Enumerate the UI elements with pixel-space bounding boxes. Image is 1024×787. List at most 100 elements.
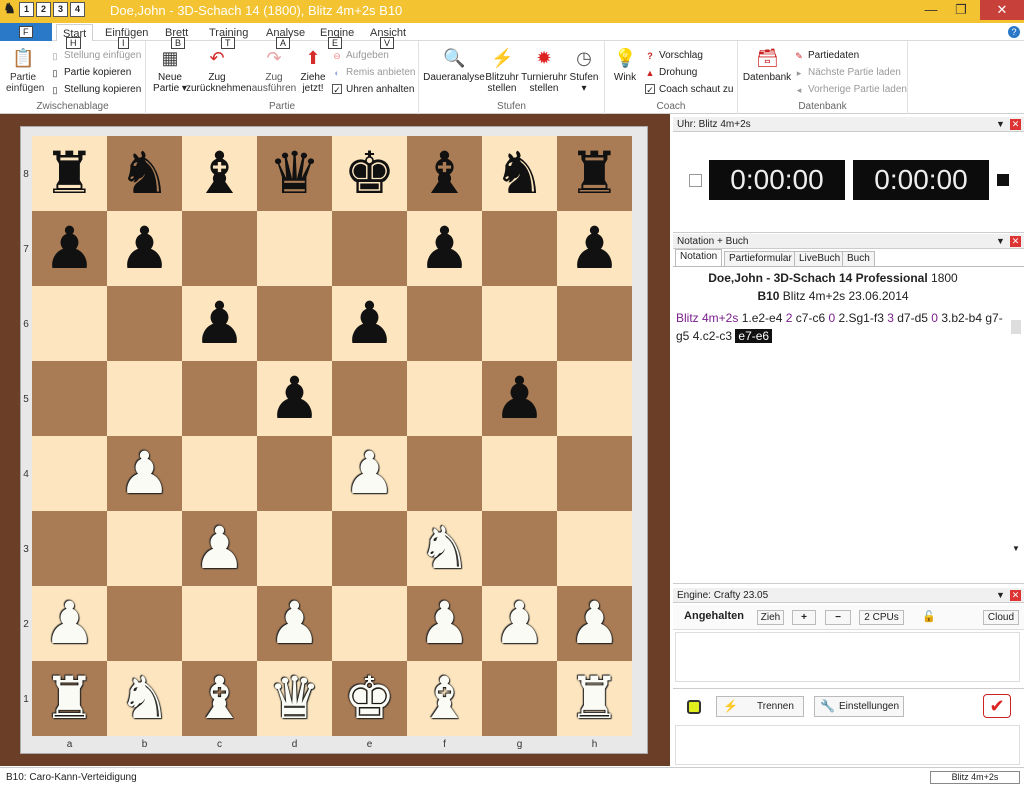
- move[interactable]: 4.c2-c3: [693, 329, 732, 343]
- partie-kopieren-button[interactable]: ▯ Partie kopieren: [50, 67, 132, 78]
- qat-button-4[interactable]: 4: [70, 2, 85, 17]
- black-knight-piece[interactable]: ♞: [482, 136, 557, 211]
- scroll-down-icon[interactable]: ▼: [1010, 544, 1022, 553]
- blitzuhr-stellen-button[interactable]: ⚡ Blitzuhr stellen: [483, 47, 521, 94]
- black-rook-piece[interactable]: ♜: [32, 136, 107, 211]
- square-d3[interactable]: [257, 511, 332, 586]
- black-pawn-piece[interactable]: ♟: [32, 211, 107, 286]
- square-f6[interactable]: [407, 286, 482, 361]
- square-g1[interactable]: [482, 661, 557, 736]
- square-g7[interactable]: [482, 211, 557, 286]
- neue-partie-button[interactable]: ▦ Neue Partie ▾: [150, 47, 190, 94]
- check-mark-icon[interactable]: ✔: [983, 694, 1011, 718]
- qat-button-3[interactable]: 3: [53, 2, 68, 17]
- help-icon[interactable]: ?: [1008, 26, 1020, 38]
- square-c7[interactable]: [182, 211, 257, 286]
- square-d4[interactable]: [257, 436, 332, 511]
- black-rook-piece[interactable]: ♜: [557, 136, 632, 211]
- coach-schaut-zu-checkbox[interactable]: ✓ Coach schaut zu: [645, 84, 734, 95]
- white-pawn-piece[interactable]: ♟: [332, 436, 407, 511]
- white-bishop-piece[interactable]: ♝: [407, 661, 482, 736]
- square-c5[interactable]: [182, 361, 257, 436]
- turnieruhr-stellen-button[interactable]: ✹ Turnieruhr stellen: [521, 47, 567, 94]
- black-pawn-piece[interactable]: ♟: [332, 286, 407, 361]
- tab-notation[interactable]: Notation: [675, 249, 723, 266]
- square-f5[interactable]: [407, 361, 482, 436]
- move[interactable]: 2.Sg1-f3: [839, 311, 884, 325]
- black-pawn-piece[interactable]: ♟: [107, 211, 182, 286]
- white-rook-piece[interactable]: ♜: [557, 661, 632, 736]
- square-e7[interactable]: [332, 211, 407, 286]
- square-e5[interactable]: [332, 361, 407, 436]
- square-d6[interactable]: [257, 286, 332, 361]
- white-pawn-piece[interactable]: ♟: [107, 436, 182, 511]
- white-bishop-piece[interactable]: ♝: [182, 661, 257, 736]
- move[interactable]: 3.b2-b4: [941, 311, 982, 325]
- zug-ausfuehren-button[interactable]: ↷ Zug ausführen: [250, 47, 298, 94]
- square-h3[interactable]: [557, 511, 632, 586]
- einstellungen-button[interactable]: 🔧 Einstellungen: [814, 696, 904, 717]
- square-b6[interactable]: [107, 286, 182, 361]
- trennen-button[interactable]: ⚡ Trennen: [716, 696, 804, 717]
- pane-close-icon[interactable]: ✕: [1010, 119, 1021, 130]
- black-queen-piece[interactable]: ♛: [257, 136, 332, 211]
- square-f4[interactable]: [407, 436, 482, 511]
- black-pawn-piece[interactable]: ♟: [182, 286, 257, 361]
- stellung-kopieren-button[interactable]: ▯ Stellung kopieren: [50, 84, 142, 95]
- black-bishop-piece[interactable]: ♝: [407, 136, 482, 211]
- white-knight-piece[interactable]: ♞: [107, 661, 182, 736]
- pane-menu-icon[interactable]: ▼: [996, 234, 1005, 249]
- move[interactable]: d7-d5: [897, 311, 928, 325]
- move-list[interactable]: Blitz 4m+2s 1.e2-e4 2 c7-c6 0 2.Sg1-f3 3…: [676, 309, 1006, 345]
- qat-button-2[interactable]: 2: [36, 2, 51, 17]
- square-h5[interactable]: [557, 361, 632, 436]
- square-e3[interactable]: [332, 511, 407, 586]
- white-rook-piece[interactable]: ♜: [32, 661, 107, 736]
- minimize-button[interactable]: —: [918, 0, 944, 20]
- cloud-button[interactable]: Cloud: [983, 610, 1019, 625]
- square-e2[interactable]: [332, 586, 407, 661]
- close-button[interactable]: ✕: [980, 0, 1024, 20]
- black-pawn-piece[interactable]: ♟: [557, 211, 632, 286]
- black-pawn-piece[interactable]: ♟: [482, 361, 557, 436]
- app-knight-icon[interactable]: ♞: [2, 1, 17, 17]
- lock-icon[interactable]: 🔓: [922, 610, 936, 623]
- cpus-button[interactable]: 2 CPUs: [859, 610, 904, 625]
- ziehe-jetzt-button[interactable]: ⬆ Ziehe jetzt!: [296, 47, 330, 94]
- vorherige-partie-button[interactable]: ◂ Vorherige Partie laden: [794, 84, 907, 95]
- tab-livebuch[interactable]: LiveBuch: [794, 251, 846, 266]
- white-pawn-piece[interactable]: ♟: [182, 511, 257, 586]
- tab-partieformular[interactable]: Partieformular: [724, 251, 797, 266]
- square-a4[interactable]: [32, 436, 107, 511]
- pane-menu-icon[interactable]: ▼: [996, 588, 1005, 603]
- naechste-partie-button[interactable]: ▸ Nächste Partie laden: [794, 67, 901, 78]
- square-g3[interactable]: [482, 511, 557, 586]
- qat-button-1[interactable]: 1: [19, 2, 34, 17]
- white-pawn-piece[interactable]: ♟: [257, 586, 332, 661]
- aufgeben-button[interactable]: ⊖ Aufgeben: [332, 50, 389, 61]
- daueranalyse-button[interactable]: 🔍 Daueranalyse: [423, 47, 485, 83]
- partie-einfuegen-button[interactable]: 📋 Partie einfügen: [6, 47, 44, 94]
- square-h4[interactable]: [557, 436, 632, 511]
- add-line-button[interactable]: +: [792, 610, 816, 625]
- pane-close-icon[interactable]: ✕: [1010, 236, 1021, 247]
- restore-button[interactable]: ❐: [948, 0, 974, 20]
- square-b2[interactable]: [107, 586, 182, 661]
- square-g6[interactable]: [482, 286, 557, 361]
- move[interactable]: 1.e2-e4: [742, 311, 783, 325]
- black-pawn-piece[interactable]: ♟: [407, 211, 482, 286]
- scroll-thumb[interactable]: [1011, 320, 1021, 334]
- white-queen-piece[interactable]: ♛: [257, 661, 332, 736]
- stellung-einfuegen-button[interactable]: ▯ Stellung einfügen: [50, 50, 142, 61]
- zug-zuruecknehmen-button[interactable]: ↶ Zug zurücknehmen: [186, 47, 252, 94]
- square-d7[interactable]: [257, 211, 332, 286]
- square-c4[interactable]: [182, 436, 257, 511]
- uhren-anhalten-checkbox[interactable]: ✓ Uhren anhalten: [332, 84, 414, 95]
- black-king-piece[interactable]: ♚: [332, 136, 407, 211]
- square-a6[interactable]: [32, 286, 107, 361]
- square-a5[interactable]: [32, 361, 107, 436]
- square-a3[interactable]: [32, 511, 107, 586]
- white-pawn-piece[interactable]: ♟: [557, 586, 632, 661]
- notation-scrollbar[interactable]: ▼: [1010, 318, 1022, 558]
- white-pawn-piece[interactable]: ♟: [32, 586, 107, 661]
